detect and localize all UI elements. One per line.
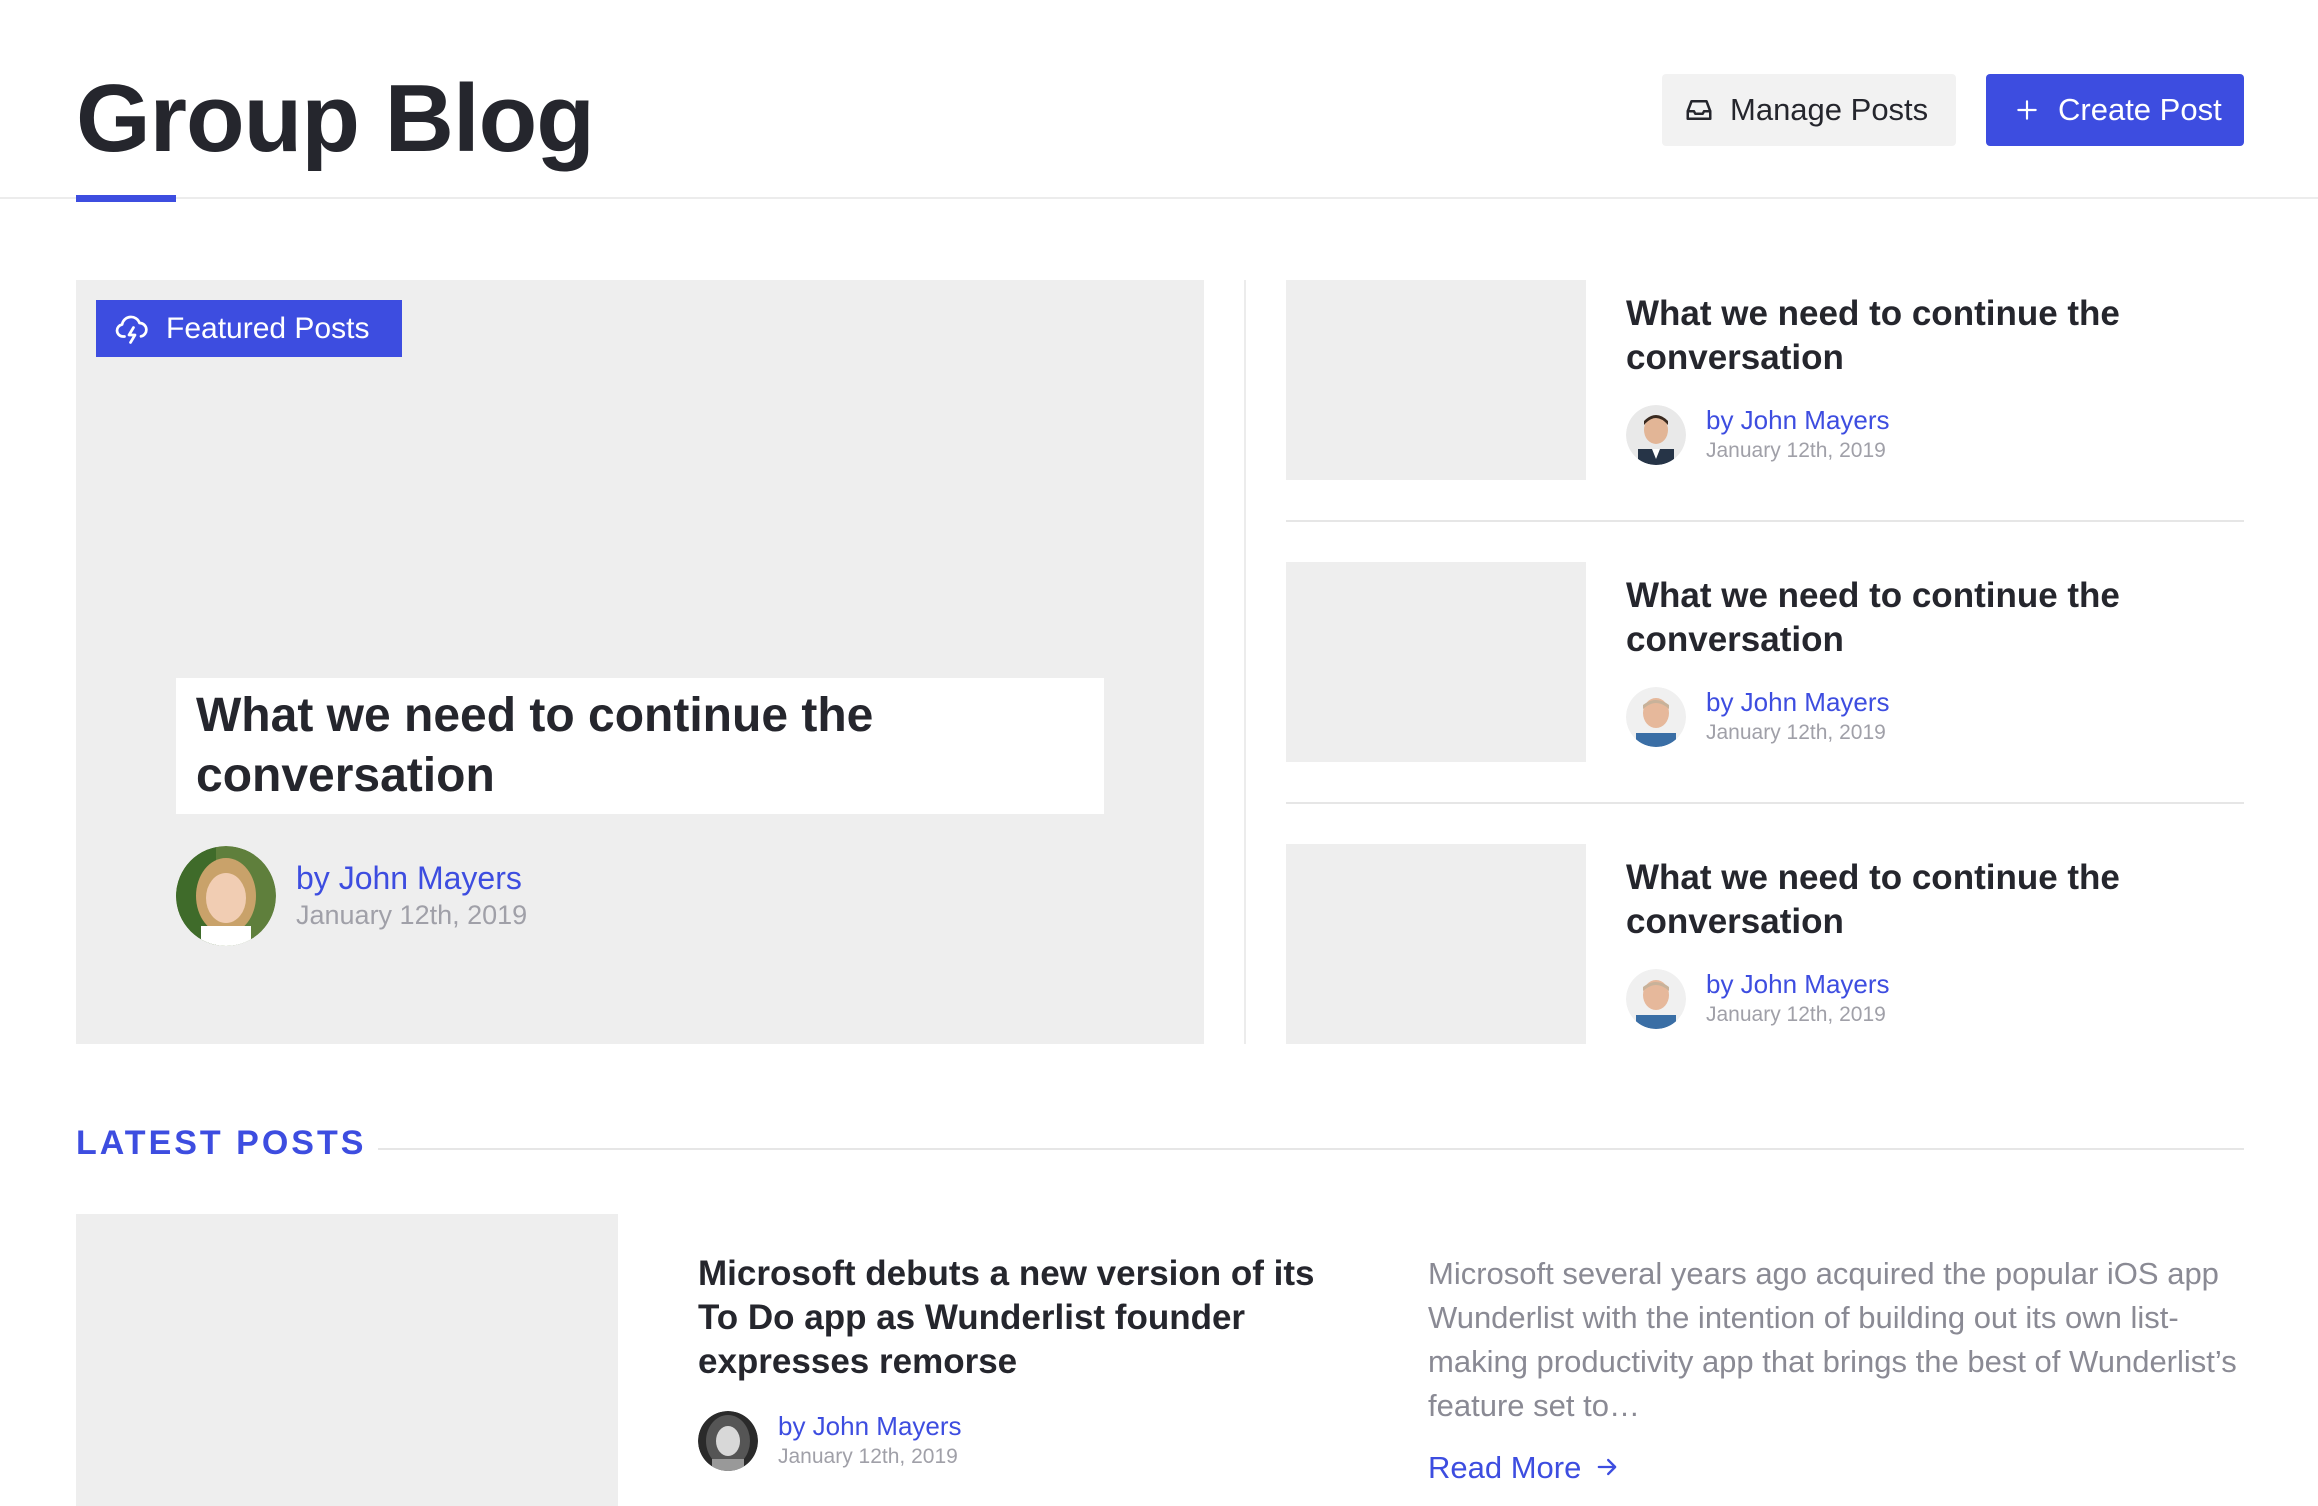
side-post[interactable]: What we need to continue the conversatio… [1286,280,2244,480]
avatar [1626,969,1686,1029]
post-date: January 12th, 2019 [1706,439,1886,462]
post-title[interactable]: Microsoft debuts a new version of its To… [698,1252,1358,1384]
column-divider [1244,280,1246,1044]
blog-page: Group Blog Manage Posts Create Post Feat… [0,0,2318,1506]
featured-post-title[interactable]: What we need to continue the conversatio… [176,678,1104,814]
avatar [1626,405,1686,465]
post-author: by John Mayers January 12th, 2019 [698,1410,962,1472]
plus-icon [2010,93,2044,127]
post-author: by John Mayers January 12th, 2019 [1626,404,1890,466]
featured-posts-label: Featured Posts [166,311,370,345]
cloud-lightning-icon [114,311,150,347]
featured-post-author: by John Mayers January 12th, 2019 [176,846,527,946]
post-author: by John Mayers January 12th, 2019 [1626,686,1890,748]
post-thumbnail[interactable] [1286,844,1586,1044]
title-underline [76,195,176,202]
create-post-label: Create Post [2058,92,2222,127]
arrow-right-icon [1593,1453,1623,1483]
author-name[interactable]: by John Mayers [296,859,527,897]
divider [1286,802,2244,804]
post-thumbnail[interactable] [76,1214,618,1506]
side-post[interactable]: What we need to continue the conversatio… [1286,562,2244,762]
avatar [1626,687,1686,747]
side-post[interactable]: What we need to continue the conversatio… [1286,844,2244,1044]
featured-posts-badge: Featured Posts [96,300,402,357]
avatar [176,846,276,946]
latest-posts-heading: LATEST POSTS [76,1124,367,1162]
author-name[interactable]: by John Mayers [1706,404,1890,436]
post-date: January 12th, 2019 [1706,721,1886,744]
manage-posts-label: Manage Posts [1730,92,1929,127]
post-date: January 12th, 2019 [1706,1003,1886,1026]
author-name[interactable]: by John Mayers [1706,968,1890,1000]
post-author: by John Mayers January 12th, 2019 [1626,968,1890,1030]
avatar [698,1411,758,1471]
manage-posts-button[interactable]: Manage Posts [1662,74,1956,146]
read-more-link[interactable]: Read More [1428,1450,1623,1486]
post-excerpt: Microsoft several years ago acquired the… [1428,1256,2237,1423]
section-divider [378,1148,2244,1150]
author-name[interactable]: by John Mayers [778,1410,962,1442]
post-date: January 12th, 2019 [296,900,528,930]
post-date: January 12th, 2019 [778,1445,958,1468]
post-thumbnail[interactable] [1286,280,1586,480]
post-thumbnail[interactable] [1286,562,1586,762]
post-title[interactable]: What we need to continue the conversatio… [1626,574,2186,662]
author-name[interactable]: by John Mayers [1706,686,1890,718]
post-title[interactable]: What we need to continue the conversatio… [1626,856,2186,944]
divider [1286,520,2244,522]
post-title[interactable]: What we need to continue the conversatio… [1626,292,2186,380]
create-post-button[interactable]: Create Post [1986,74,2244,146]
inbox-icon [1682,93,1716,127]
page-title: Group Blog [76,65,595,172]
read-more-label: Read More [1428,1450,1582,1485]
featured-post-card[interactable]: Featured Posts What we need to continue … [76,280,1204,1044]
page-header: Group Blog Manage Posts Create Post [0,0,2318,199]
